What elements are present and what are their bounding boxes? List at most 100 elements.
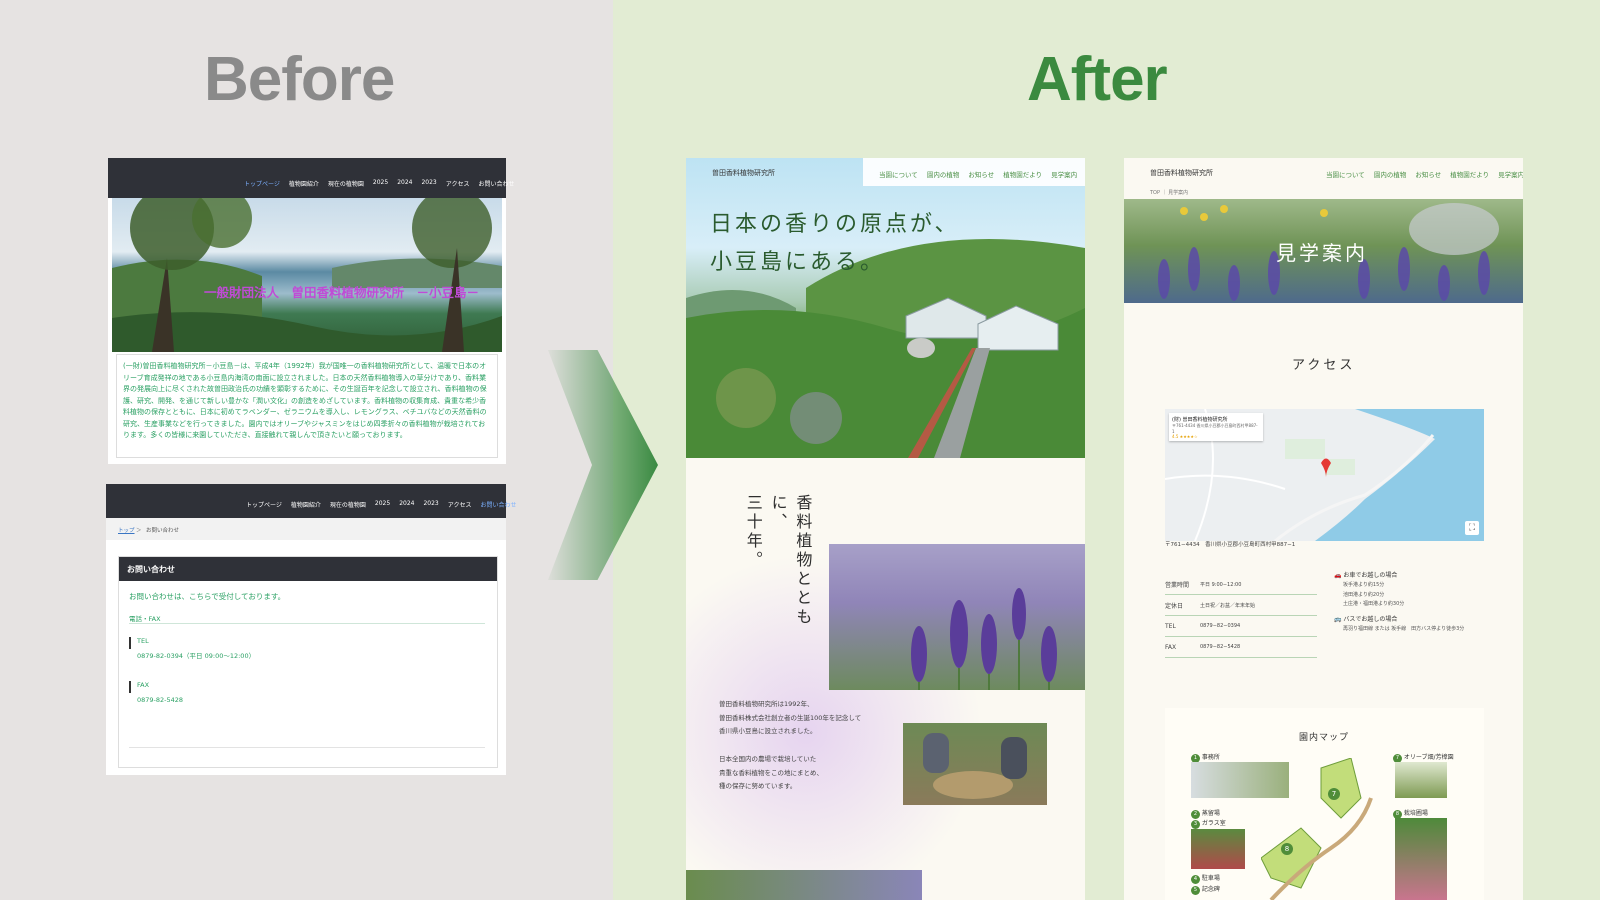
new-hero-image — [686, 158, 1085, 458]
nav-item[interactable]: 園内の植物 — [927, 169, 960, 179]
map-info-card: (財) 曽田香料植物研究所 〒761-4434 香川県小豆郡小豆島町西村甲887… — [1169, 413, 1263, 441]
map-place-rating: 4.5 ★★★★☆ — [1172, 434, 1198, 439]
info-row: TEL 0879−82−0394 — [1165, 616, 1317, 636]
nav-item[interactable]: 当園について — [1326, 169, 1365, 179]
legend-num: 3 — [1191, 820, 1200, 829]
bus-icon: 🚌 — [1334, 615, 1344, 623]
legend-label: 事務所 — [1201, 754, 1220, 761]
nav-item[interactable]: 当園について — [879, 169, 918, 179]
access-heading: アクセス — [1292, 358, 1356, 373]
info-table: 営業時間 平日 9:00−12:00 定休日 土日祝／お盆／年末年始 TEL 0… — [1165, 574, 1317, 658]
nav-item[interactable]: 植物園だより — [1450, 169, 1489, 179]
planting-photo — [903, 723, 1047, 805]
intro-line: 香川県小豆島に設立されました。 — [719, 727, 817, 736]
bus-title-text: バスでお越しの場合 — [1343, 615, 1398, 623]
map-legend-5: 5 記念碑 — [1191, 884, 1220, 895]
google-map[interactable]: (財) 曽田香料植物研究所 〒761-4434 香川県小豆郡小豆島町西村甲887… — [1165, 409, 1484, 541]
info-value: 平日 9:00−12:00 — [1200, 581, 1242, 588]
section-title: 電話・FAX — [129, 615, 161, 623]
hero-copy-line1: 日本の香りの原点が、 — [710, 212, 960, 237]
old-home-screenshot: トップページ 植物園紹介 現在の植物園 2025 2024 2023 アクセス … — [108, 158, 514, 464]
transport-info: 🚗 お車でお越しの場合 坂手港より約15分 池田港より約20分 土庄港・福田港よ… — [1334, 570, 1494, 632]
info-value: 0879−82−0394 — [1200, 623, 1241, 629]
intro-line: 種の保存に努めています。 — [719, 782, 797, 791]
new-nav: 当園について 園内の植物 お知らせ 植物園だより 見学案内 — [1326, 169, 1523, 179]
site-logo[interactable]: 曽田香料植物研究所 — [712, 168, 775, 178]
car-icon: 🚗 — [1334, 572, 1344, 579]
nav-item[interactable]: 見学案内 — [1498, 169, 1523, 179]
fax-label: FAX — [137, 681, 150, 689]
nav-item[interactable]: 園内の植物 — [1374, 169, 1407, 179]
map-legend-3: 3 ガラス室 — [1191, 818, 1226, 829]
garden-map-heading: 園内マップ — [1299, 733, 1350, 743]
info-value: 0879−82−5428 — [1200, 644, 1241, 650]
fax-value: 0879-82-5428 — [137, 696, 184, 704]
old-header: トップページ 植物園紹介 現在の植物園 2025 2024 2023 アクセス … — [106, 484, 516, 518]
nav-item[interactable]: 植物園だより — [1003, 169, 1042, 179]
nav-item[interactable]: トップページ — [244, 179, 280, 188]
nav-item[interactable]: 2024 — [397, 179, 412, 188]
nav-item[interactable]: 植物園紹介 — [289, 179, 319, 188]
breadcrumb-home-link[interactable]: トップ — [118, 526, 135, 534]
office-photo — [1191, 762, 1289, 798]
contact-heading-bar: お問い合わせ — [119, 557, 497, 581]
map-marker-8[interactable]: 8 — [1281, 843, 1293, 855]
gardeners-photo — [923, 733, 1027, 799]
nav-item[interactable]: 現在の植物園 — [328, 179, 364, 188]
new-access-screenshot: 曽田香料植物研究所 当園について 園内の植物 お知らせ 植物園だより 見学案内 … — [1124, 158, 1523, 900]
lavender-photo — [829, 544, 1085, 690]
nav-item[interactable]: 植物園紹介 — [291, 500, 321, 509]
nav-item[interactable]: お知らせ — [968, 169, 994, 179]
nav-item[interactable]: 2023 — [423, 500, 438, 509]
nav-item[interactable]: 2023 — [421, 179, 436, 188]
contact-box: お問い合わせ お問い合わせは、こちらで受付しております。 電話・FAX TEL … — [118, 556, 498, 768]
intro-line: 曽田香料株式会社創立者の生誕100年を記念して — [719, 713, 862, 722]
nav-item[interactable]: アクセス — [448, 500, 472, 509]
before-heading: Before — [204, 45, 395, 114]
old-nav: トップページ 植物園紹介 現在の植物園 2025 2024 2023 アクセス … — [244, 179, 514, 188]
contact-heading: お問い合わせ — [127, 565, 175, 574]
contact-lead: お問い合わせは、こちらで受付しております。 — [129, 592, 286, 601]
intro-line: 貴重な香料植物をこの地にまとめ、 — [719, 768, 823, 777]
nav-item[interactable]: 2025 — [373, 179, 388, 188]
nav-item[interactable]: 見学案内 — [1051, 169, 1077, 179]
old-header: トップページ 植物園紹介 現在の植物園 2025 2024 2023 アクセス … — [108, 158, 514, 198]
page-hero-image: 見学案内 — [1124, 199, 1523, 303]
legend-num: 5 — [1191, 886, 1200, 895]
site-logo[interactable]: 曽田香料植物研究所 — [1150, 168, 1213, 178]
info-label: FAX — [1165, 643, 1177, 651]
legend-label: ガラス室 — [1201, 820, 1226, 827]
old-hero-image: 一般財団法人 曽田香料植物研究所 －小豆島－ — [112, 198, 502, 352]
bus-title: 🚌 バスでお越しの場合 — [1334, 614, 1494, 623]
nav-item[interactable]: お知らせ — [1415, 169, 1441, 179]
tel-value: 0879-82-0394（平日 09:00～12:00） — [137, 652, 256, 660]
nav-item[interactable]: トップページ — [246, 500, 282, 509]
car-line: 坂手港より約15分 — [1343, 582, 1385, 588]
info-label: TEL — [1165, 622, 1176, 630]
nav-item[interactable]: お問い合わせ — [478, 179, 514, 188]
breadcrumb: トップ ＞ お問い合わせ — [106, 518, 506, 540]
nav-item[interactable]: 2024 — [399, 500, 414, 509]
breadcrumb-current: お問い合わせ — [146, 528, 180, 534]
hero-copy-line2: 小豆島にある。 — [710, 250, 886, 275]
breadcrumb-separator: ＞ — [136, 528, 142, 534]
nav-item[interactable]: 現在の植物園 — [330, 500, 366, 509]
breadcrumb: TOP ｜ 見学案内 — [1150, 190, 1189, 196]
bus-line: 再羽り福田線 または 坂手線 田方バス停より徒歩3分 — [1343, 625, 1465, 632]
distillery-photo — [1191, 829, 1245, 869]
fullscreen-icon[interactable]: ⛶ — [1465, 521, 1479, 535]
olive-field-photo — [1395, 762, 1447, 798]
info-value: 土日祝／お盆／年末年始 — [1200, 602, 1256, 609]
garden-map-card: 園内マップ 7 8 1 事務所 2 蒸留場 3 ガラス室 4 駐車場 5 記念碑… — [1165, 708, 1484, 900]
new-home-screenshot: 曽田香料植物研究所 当園について 園内の植物 お知らせ 植物園だより 見学案内 … — [686, 158, 1085, 900]
nav-item[interactable]: 2025 — [375, 500, 390, 509]
car-line: 土庄港・福田港より約30分 — [1343, 601, 1405, 607]
intro-line: 日本全国内の農場で栽培していた — [719, 754, 817, 763]
vertical-copy-2: 三十年。 — [743, 494, 763, 570]
car-title-text: お車でお越しの場合 — [1343, 572, 1398, 579]
new-nav: 当園について 園内の植物 お知らせ 植物園だより 見学案内 — [879, 169, 1077, 179]
greenhouse-garden-photo — [686, 239, 1085, 458]
map-marker-7[interactable]: 7 — [1328, 788, 1340, 800]
nav-item[interactable]: アクセス — [446, 179, 470, 188]
nav-item[interactable]: お問い合わせ — [480, 500, 516, 509]
